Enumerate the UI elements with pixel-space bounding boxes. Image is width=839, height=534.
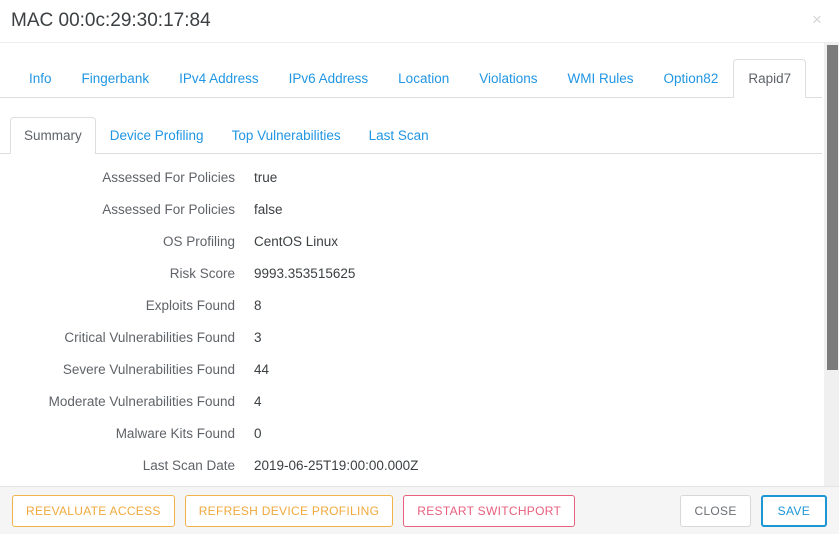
subtab-device-profiling[interactable]: Device Profiling: [96, 117, 218, 154]
tab-ipv4-address[interactable]: IPv4 Address: [164, 59, 274, 98]
device-detail-modal: MAC 00:0c:29:30:17:84 × Info Fingerbank IP…: [0, 0, 839, 534]
detail-row: Assessed For Policies true: [0, 170, 839, 202]
tab-rapid7[interactable]: Rapid7: [733, 59, 807, 98]
detail-label-moderate-vulnerabilities-found: Moderate Vulnerabilities Found: [48, 394, 235, 409]
modal-header: MAC 00:0c:29:30:17:84 ×: [0, 0, 839, 43]
detail-label-assessed-for-policies: Assessed For Policies: [102, 170, 235, 185]
subtab-summary[interactable]: Summary: [10, 117, 96, 154]
detail-row: Moderate Vulnerabilities Found 4: [0, 394, 839, 426]
modal-footer: REEVALUATE ACCESS REFRESH DEVICE PROFILI…: [0, 486, 839, 534]
detail-row: Malware Kits Found 0: [0, 426, 839, 458]
tab-location[interactable]: Location: [383, 59, 464, 98]
detail-value-last-scan-date: 2019-06-25T19:00:00.000Z: [254, 458, 419, 473]
detail-label-critical-vulnerabilities-found: Critical Vulnerabilities Found: [64, 330, 235, 345]
detail-label-exploits-found: Exploits Found: [145, 298, 235, 313]
reevaluate-access-button[interactable]: REEVALUATE ACCESS: [12, 494, 175, 527]
detail-row: Last Scan Date 2019-06-25T19:00:00.000Z: [0, 458, 839, 486]
main-tab-bar: Info Fingerbank IPv4 Address IPv6 Address Lo…: [0, 58, 822, 98]
vertical-scrollbar-thumb[interactable]: [827, 45, 838, 370]
detail-label-assessed-for-policies: Assessed For Policies: [102, 202, 235, 217]
detail-value-exploits-found: 8: [254, 298, 262, 313]
close-icon[interactable]: ×: [807, 10, 827, 30]
detail-value-critical-vulnerabilities-found: 3: [254, 330, 262, 345]
detail-row: Severe Vulnerabilities Found 44: [0, 362, 839, 394]
restart-switchport-button[interactable]: RESTART SWITCHPORT: [403, 494, 576, 527]
detail-label-os-profiling: OS Profiling: [162, 234, 235, 249]
detail-label-risk-score: Risk Score: [169, 266, 235, 281]
detail-value-assessed-for-policies: false: [254, 202, 283, 217]
detail-value-os-profiling: CentOS Linux: [254, 234, 339, 249]
tab-fingerbank[interactable]: Fingerbank: [67, 59, 165, 98]
detail-value-severe-vulnerabilities-found: 44: [254, 362, 270, 377]
tab-wmi-rules[interactable]: WMI Rules: [553, 59, 649, 98]
tab-option82[interactable]: Option82: [649, 59, 734, 98]
sub-tab-bar: Summary Device Profiling Top Vulnerabiliti…: [0, 116, 822, 154]
tab-info[interactable]: Info: [14, 59, 67, 98]
footer-actions-right: CLOSE SAVE: [680, 494, 827, 527]
subtab-top-vulnerabilities[interactable]: Top Vulnerabilities: [218, 117, 355, 154]
save-button[interactable]: SAVE: [760, 494, 827, 527]
refresh-device-profiling-button[interactable]: REFRESH DEVICE PROFILING: [184, 494, 394, 527]
detail-label-severe-vulnerabilities-found: Severe Vulnerabilities Found: [62, 362, 235, 377]
detail-row: Risk Score 9993.353515625: [0, 266, 839, 298]
detail-label-last-scan-date: Last Scan Date: [142, 458, 235, 473]
modal-body: Info Fingerbank IPv4 Address IPv6 Address Lo…: [0, 43, 839, 486]
detail-row: Exploits Found 8: [0, 298, 839, 330]
detail-value-assessed-for-policies: true: [254, 170, 278, 185]
detail-row: OS Profiling CentOS Linux: [0, 234, 839, 266]
detail-value-malware-kits-found: 0: [254, 426, 262, 441]
close-button[interactable]: CLOSE: [680, 494, 751, 527]
detail-value-risk-score: 9993.353515625: [254, 266, 356, 281]
detail-row: Assessed For Policies false: [0, 202, 839, 234]
footer-actions-left: REEVALUATE ACCESS REFRESH DEVICE PROFILI…: [12, 494, 576, 527]
page-title: MAC 00:0c:29:30:17:84: [11, 10, 211, 31]
summary-detail-list: Assessed For Policies true Assessed For Po…: [0, 154, 839, 486]
detail-label-malware-kits-found: Malware Kits Found: [115, 426, 235, 441]
detail-row: Critical Vulnerabilities Found 3: [0, 330, 839, 362]
tab-violations[interactable]: Violations: [464, 59, 552, 98]
vertical-scrollbar-track[interactable]: [824, 43, 839, 486]
tab-ipv6-address[interactable]: IPv6 Address: [274, 59, 384, 98]
subtab-last-scan[interactable]: Last Scan: [355, 117, 443, 154]
detail-value-moderate-vulnerabilities-found: 4: [254, 394, 262, 409]
